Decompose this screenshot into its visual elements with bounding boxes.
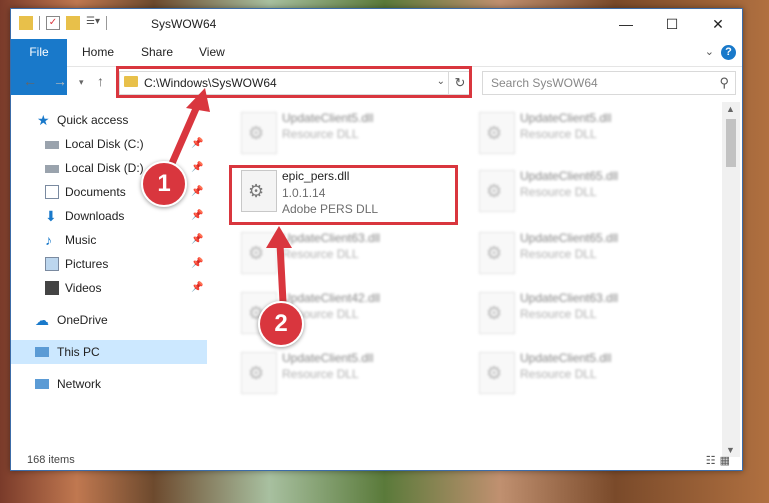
step-marker-1: 1: [141, 161, 187, 207]
arrow-1: [166, 100, 202, 172]
arrow-2: [276, 240, 287, 306]
arrow-2-head: [266, 226, 292, 248]
step-marker-2: 2: [258, 301, 304, 347]
arrow-1-head: [186, 88, 210, 112]
annotation-arrows: [166, 88, 292, 306]
